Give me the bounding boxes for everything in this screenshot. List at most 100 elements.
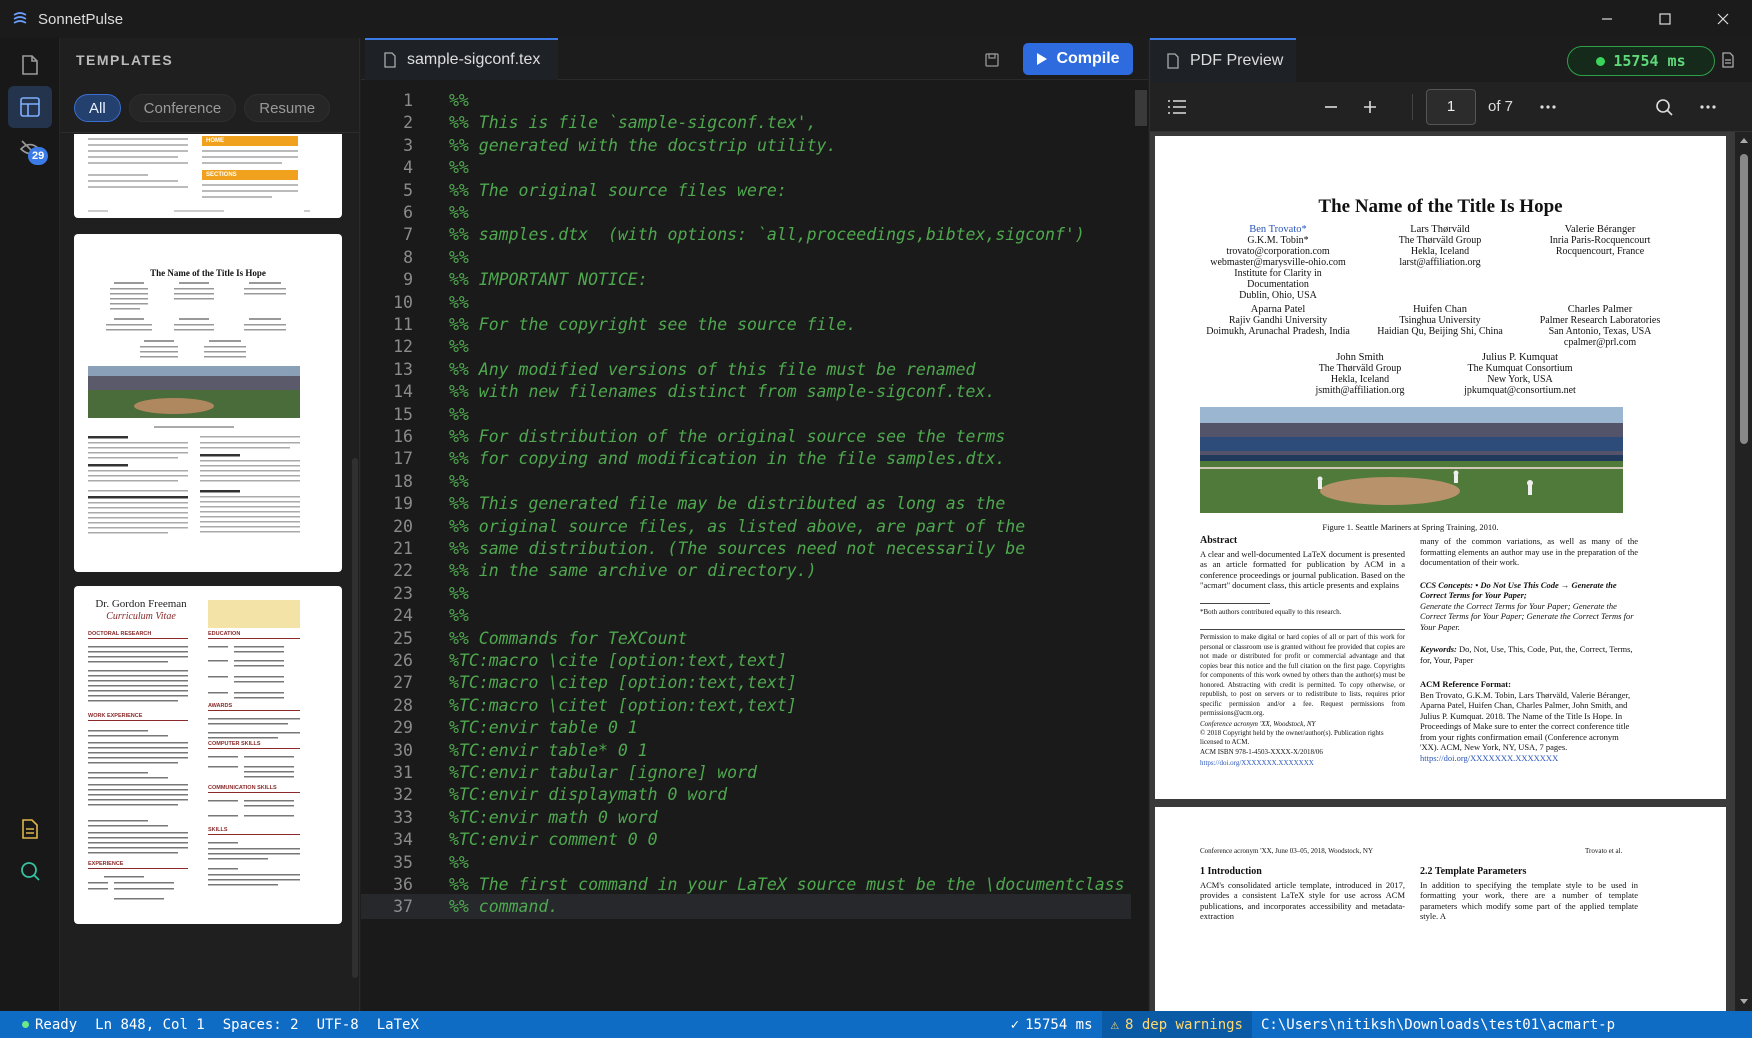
code-line[interactable]: 1%% (361, 88, 1131, 113)
line-number: 21 (393, 539, 413, 558)
explorer-button[interactable] (8, 44, 52, 86)
pdf-scroll-thumb[interactable] (1740, 154, 1748, 444)
editor-scroll-thumb[interactable] (1135, 90, 1147, 126)
code-line[interactable]: 37 %% command. (361, 894, 1131, 920)
language-mode[interactable]: LaTeX (368, 1017, 428, 1033)
author-detail: Palmer Research Laboratories (1539, 315, 1661, 326)
pdf-search-button[interactable] (1651, 94, 1677, 120)
code-line[interactable]: 36 %% The first command in your LaTeX sou… (361, 872, 1131, 897)
code-line[interactable]: 28 %TC:macro \citet [option:text,text] (361, 693, 1131, 718)
copyright-line: © 2018 Copyright held by the owner/autho… (1200, 729, 1384, 746)
sidebar-scrollbar[interactable] (352, 458, 358, 978)
code-line[interactable]: 27 %TC:macro \citep [option:text,text] (361, 670, 1131, 695)
line-content: %% (449, 606, 469, 626)
pdf-preview-tab[interactable]: PDF Preview (1150, 38, 1296, 82)
code-line[interactable]: 14 %% with new filenames distinct from sa… (361, 379, 1131, 404)
line-content: %% (449, 292, 469, 312)
file-icon (384, 52, 396, 68)
editor-scrollbar[interactable] (1134, 86, 1148, 1004)
filter-all-chip[interactable]: All (74, 94, 121, 122)
save-button[interactable] (981, 49, 1003, 71)
code-line[interactable]: 34 %TC:envir comment 0 0 (361, 827, 1131, 852)
code-line[interactable]: 35%% (361, 850, 1131, 875)
warnings-indicator[interactable]: ⚠ 8 dep warnings (1101, 1011, 1252, 1038)
code-line[interactable]: 25 %% Commands for TeXCount (361, 626, 1131, 651)
intro-text: ACM's consolidated article template, int… (1200, 879, 1405, 922)
abstract-heading: Abstract (1200, 535, 1238, 546)
line-content: %TC:envir tabular [ignore] word (449, 763, 757, 782)
card3-heading-work: WORK EXPERIENCE (88, 713, 143, 719)
code-line[interactable]: 19 %% This generated file may be distribu… (361, 491, 1131, 516)
code-line[interactable]: 21 %% same distribution. (The sources nee… (361, 536, 1131, 561)
filter-conference-chip[interactable]: Conference (128, 94, 237, 122)
template-card-acm[interactable]: The Name of the Title Is Hope (74, 234, 342, 572)
line-content: %% (449, 91, 469, 110)
pdf-scrollbar[interactable] (1735, 132, 1752, 1011)
code-line[interactable]: 7 %% samples.dtx (with options: `all,proc… (361, 222, 1131, 247)
code-area[interactable]: 1%% 2%% This is file `sample-sigconf.tex'… (361, 86, 1131, 1004)
code-line[interactable]: 24%% (361, 603, 1131, 628)
code-line[interactable]: 9 %% IMPORTANT NOTICE: (361, 267, 1131, 292)
code-line[interactable]: 18%% (361, 469, 1131, 494)
document-button[interactable] (8, 808, 52, 850)
code-line[interactable]: 3 %% generated with the docstrip utility. (361, 133, 1131, 158)
pdf-more-button[interactable] (1695, 94, 1721, 120)
author-entry: Charles Palmer Palmer Research Laboratori… (1505, 304, 1695, 348)
compile-button[interactable]: Compile (1023, 43, 1133, 75)
cursor-position[interactable]: Ln 848, Col 1 (86, 1017, 214, 1033)
line-number: 13 (393, 359, 413, 379)
code-line[interactable]: 2 %% This is file `sample-sigconf.tex', (361, 110, 1131, 135)
search-button[interactable] (8, 850, 52, 892)
zoom-in-button[interactable] (1357, 94, 1383, 120)
outline-button[interactable] (1164, 94, 1190, 120)
file-tab[interactable]: sample-sigconf.tex (365, 38, 559, 80)
code-line[interactable]: 13 %% Any modified versions of this file … (361, 357, 1131, 382)
reference-doi[interactable]: https://doi.org/XXXXXXX.XXXXXXX (1420, 753, 1638, 764)
author-entry: Julius P. Kumquat The Kumquat Consortium N… (1425, 352, 1615, 396)
card3-name: Dr. Gordon Freeman (95, 598, 187, 610)
minimize-button[interactable] (1578, 0, 1636, 38)
code-line[interactable]: 29 %TC:envir table 0 1 (361, 715, 1131, 740)
code-line[interactable]: 5 %% The original source files were: (361, 178, 1131, 203)
maximize-button[interactable] (1636, 0, 1694, 38)
template-card-cv[interactable]: Dr. Gordon Freeman Curriculum Vitae DOCT… (74, 586, 342, 924)
line-content: %% (449, 404, 469, 424)
filter-resume-chip[interactable]: Resume (244, 94, 331, 122)
line-content: %% (449, 247, 469, 267)
pdf-viewer[interactable]: The Name of the Title Is Hope Ben Trovat… (1150, 132, 1752, 1011)
indentation[interactable]: Spaces: 2 (214, 1017, 308, 1033)
code-line[interactable]: 8%% (361, 245, 1131, 270)
code-line[interactable]: 15%% (361, 402, 1131, 427)
page-number-input[interactable]: 1 (1426, 89, 1476, 125)
more-options-button[interactable] (1535, 94, 1561, 120)
code-line[interactable]: 31 %TC:envir tabular [ignore] word (361, 760, 1131, 785)
code-line[interactable]: 23%% (361, 581, 1131, 606)
log-icon (1722, 52, 1734, 68)
code-line[interactable]: 12%% (361, 334, 1131, 359)
doi-link[interactable]: https://doi.org/XXXXXXX.XXXXXXX (1200, 758, 1405, 769)
code-line[interactable]: 16 %% For distribution of the original so… (361, 424, 1131, 449)
code-line[interactable]: 10%% (361, 290, 1131, 315)
code-line[interactable]: 33 %TC:envir math 0 word (361, 805, 1131, 830)
code-line[interactable]: 6%% (361, 200, 1131, 225)
code-line[interactable]: 11 %% For the copyright see the source fi… (361, 312, 1131, 337)
scroll-down-icon[interactable] (1739, 998, 1749, 1006)
scroll-up-icon[interactable] (1739, 136, 1749, 144)
log-button[interactable] (1715, 47, 1741, 73)
code-line[interactable]: 17 %% for copying and modification in the… (361, 446, 1131, 471)
editor-tab-bar: sample-sigconf.tex Compile (361, 38, 1148, 80)
code-line[interactable]: 22 %% in the same archive or directory.) (361, 558, 1131, 583)
code-line[interactable]: 4%% (361, 155, 1131, 180)
code-line[interactable]: 20 %% original source files, as listed ab… (361, 514, 1131, 539)
code-line[interactable]: 30 %TC:envir table* 0 1 (361, 738, 1131, 763)
code-line[interactable]: 32 %TC:envir displaymath 0 word (361, 782, 1131, 807)
close-window-button[interactable] (1694, 0, 1752, 38)
line-content: %% For distribution of the original sour… (449, 427, 1006, 446)
templates-button[interactable] (8, 86, 52, 128)
code-line[interactable]: 26 %TC:macro \cite [option:text,text] (361, 648, 1131, 673)
author-detail: Documentation (1247, 279, 1309, 290)
template-card-article[interactable]: HOME SECTIONS (74, 134, 342, 218)
line-number: 2 (403, 113, 413, 133)
zoom-out-button[interactable] (1318, 94, 1344, 120)
encoding[interactable]: UTF-8 (308, 1017, 368, 1033)
